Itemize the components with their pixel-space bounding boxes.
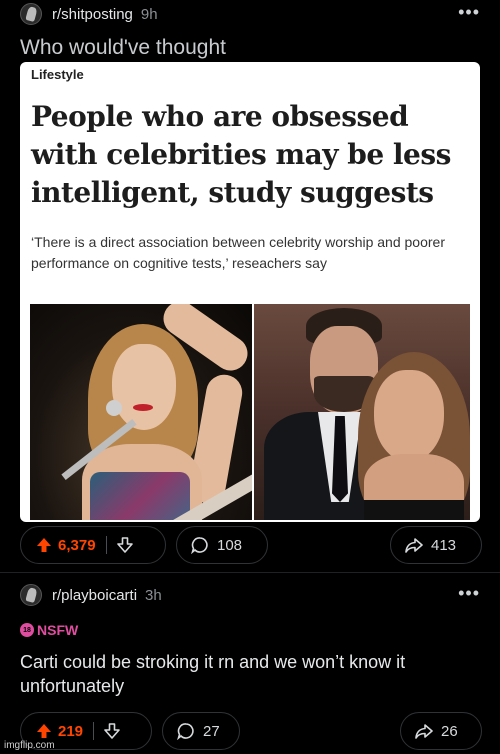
subreddit-name[interactable]: r/shitposting (52, 6, 133, 23)
comment-count: 108 (217, 536, 243, 554)
post-title[interactable]: Carti could be stroking it rn and we won… (20, 650, 460, 698)
upvote-icon[interactable] (36, 537, 52, 553)
share-count: 26 (441, 722, 458, 740)
action-bar: 219 27 26 (20, 712, 482, 750)
article-tag: Lifestyle (31, 67, 84, 82)
post-header: r/playboicarti 3h (20, 584, 162, 606)
downvote-icon[interactable] (116, 537, 133, 553)
nsfw-label: NSFW (37, 622, 79, 638)
post-title[interactable]: Who would've thought (20, 36, 226, 60)
subreddit-avatar-icon[interactable] (20, 3, 42, 25)
article-subheadline: ‘There is a direct association between c… (31, 234, 445, 271)
article-image[interactable]: Lifestyle People who are obsessed with c… (20, 62, 480, 522)
vote-count: 6,379 (58, 536, 96, 554)
more-icon[interactable]: ••• (458, 3, 480, 21)
post-time: 9h (140, 5, 158, 23)
action-bar: 6,379 108 413 (20, 526, 482, 564)
photo-performer (30, 304, 252, 520)
share-icon (415, 724, 433, 739)
subreddit-avatar-icon[interactable] (20, 584, 42, 606)
photo-couple (254, 304, 470, 520)
downvote-icon[interactable] (104, 723, 120, 739)
post-header: r/shitposting 9h (20, 3, 158, 25)
post-card[interactable]: r/playboicarti 3h ••• 18 NSFW Carti coul… (0, 574, 500, 754)
post-card[interactable]: r/shitposting 9h ••• Who would've though… (0, 0, 500, 572)
nsfw-age-icon: 18 (20, 623, 34, 637)
share-icon (405, 538, 423, 553)
more-icon[interactable]: ••• (458, 584, 480, 602)
article-headline: People who are obsessed with celebrities… (31, 100, 451, 209)
post-time: 3h (145, 586, 162, 604)
vote-divider (93, 722, 95, 740)
subreddit-name[interactable]: r/playboicarti (52, 587, 137, 604)
share-count: 413 (431, 536, 457, 554)
nsfw-badge: 18 NSFW (20, 622, 78, 638)
vote-divider (105, 536, 107, 554)
comment-button[interactable]: 108 (176, 526, 268, 564)
comment-icon (177, 723, 194, 740)
vote-count: 219 (58, 722, 84, 740)
share-button[interactable]: 26 (400, 712, 482, 750)
upvote-icon[interactable] (36, 723, 52, 739)
comment-icon (191, 537, 208, 554)
vote-control: 6,379 (20, 526, 166, 564)
post-divider (0, 572, 500, 573)
watermark: imgflip.com (4, 740, 55, 751)
share-button[interactable]: 413 (390, 526, 482, 564)
comment-count: 27 (203, 722, 220, 740)
comment-button[interactable]: 27 (162, 712, 240, 750)
